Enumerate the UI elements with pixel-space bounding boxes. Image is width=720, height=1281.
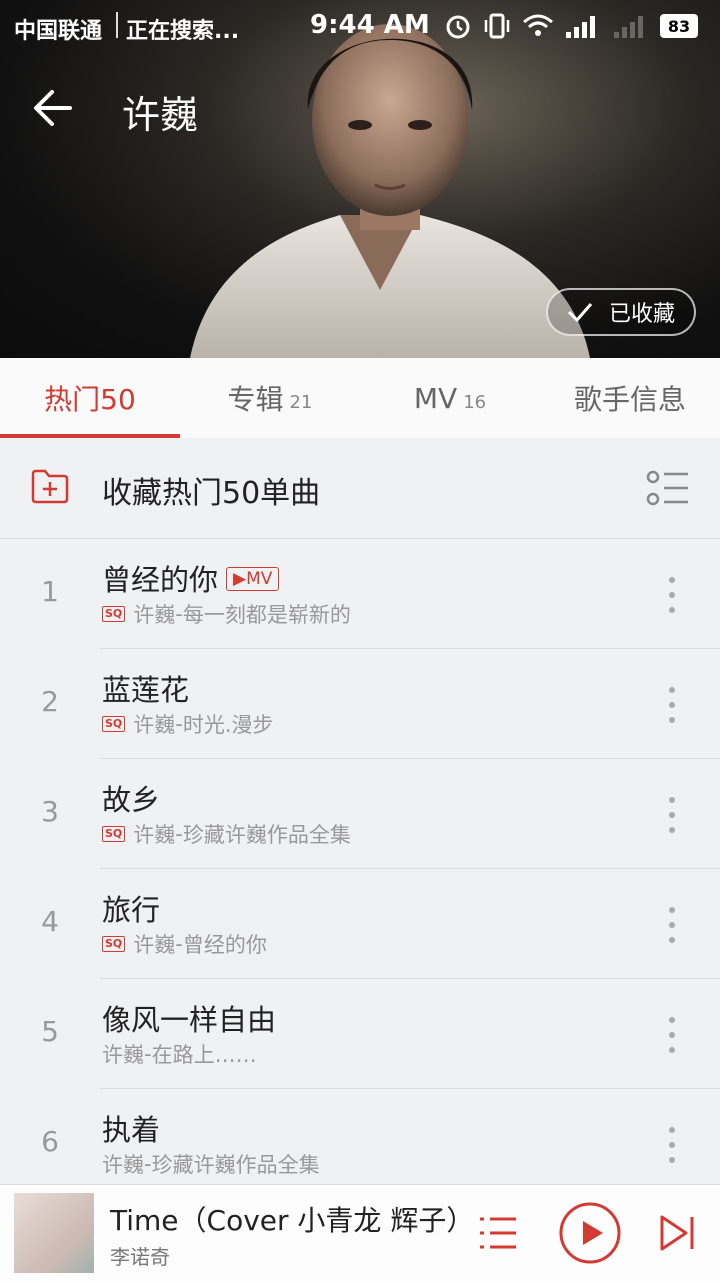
song-artist: 许巍 <box>102 1153 144 1177</box>
more-options-button[interactable] <box>662 687 682 723</box>
sq-badge: SQ <box>102 826 126 842</box>
song-artist: 许巍 <box>133 603 176 627</box>
back-button[interactable] <box>30 84 82 132</box>
arrow-left-icon <box>34 90 72 126</box>
song-row[interactable]: 4 旅行 SQ 许巍 - 曾经的你 <box>0 869 720 979</box>
tab-count: 21 <box>289 391 313 413</box>
collect-all-label: 收藏热门50单曲 <box>102 476 321 511</box>
separator: - <box>175 822 183 846</box>
tab-bar: 热门50 专辑 21 MV 16 歌手信息 <box>0 358 720 438</box>
song-title: 执着 <box>102 1113 161 1147</box>
now-playing-title: Time（Cover 小青龙 辉子） <box>110 1204 475 1237</box>
play-icon[interactable] <box>558 1201 622 1265</box>
song-title: 像风一样自由 <box>102 1003 277 1037</box>
wifi-icon <box>523 14 553 36</box>
song-album: 时光.漫步 <box>182 713 274 737</box>
battery-level: 83 <box>667 16 691 36</box>
status-divider <box>116 12 118 38</box>
song-artist: 许巍 <box>133 713 176 737</box>
tab-albums[interactable]: 专辑 21 <box>180 358 360 438</box>
song-row[interactable]: 1 曾经的你 ▶MV SQ 许巍 - 每一刻都是崭新的 <box>0 539 720 649</box>
alarm-icon <box>446 15 470 39</box>
mini-player[interactable]: Time（Cover 小青龙 辉子） 李诺奇 <box>0 1184 720 1281</box>
song-title: 曾经的你 ▶MV <box>102 557 280 599</box>
song-row[interactable]: 5 像风一样自由 许巍 - 在路上…… <box>0 979 720 1089</box>
more-options-button[interactable] <box>662 797 682 833</box>
more-options-button[interactable] <box>662 577 682 613</box>
app-status-label: 正在搜索... <box>126 19 240 44</box>
collected-label: 已收藏 <box>608 302 675 327</box>
song-number: 2 <box>41 685 59 718</box>
tab-label: 歌手信息 <box>573 383 686 416</box>
separator: - <box>175 602 183 626</box>
song-subtitle: 许巍 - 在路上…… <box>102 1039 257 1069</box>
check-icon <box>567 303 593 323</box>
multi-select-icon[interactable] <box>646 470 690 506</box>
clock: 9:44 AM <box>310 10 430 40</box>
song-title: 故乡 <box>102 783 161 817</box>
next-track-icon[interactable] <box>658 1213 698 1253</box>
song-album: 每一刻都是崭新的 <box>182 603 351 627</box>
now-playing-artist: 李诺奇 <box>110 1245 170 1269</box>
tab-label: MV <box>413 381 458 415</box>
song-subtitle: SQ 许巍 - 时光.漫步 <box>102 709 274 739</box>
song-album: 在路上…… <box>151 1043 257 1067</box>
sq-badge: SQ <box>102 936 126 952</box>
separator: - <box>175 712 183 736</box>
status-bar: 中国联通 正在搜索... 9:44 AM 83 <box>0 0 720 54</box>
tab-mv[interactable]: MV 16 <box>360 358 540 438</box>
song-artist: 许巍 <box>102 1043 144 1067</box>
sq-badge: SQ <box>102 606 126 622</box>
artist-header: 中国联通 正在搜索... 9:44 AM 83 许巍 已收藏 <box>0 0 720 358</box>
page-title: 许巍 <box>122 93 199 137</box>
song-number: 3 <box>41 795 59 828</box>
song-number: 1 <box>41 575 59 608</box>
carrier-label: 中国联通 <box>14 19 103 44</box>
tab-label: 热门50 <box>44 383 136 416</box>
song-subtitle: 许巍 - 珍藏许巍作品全集 <box>102 1149 320 1179</box>
song-album: 珍藏许巍作品全集 <box>151 1153 320 1177</box>
song-artist: 许巍 <box>133 823 176 847</box>
collect-all-row[interactable]: 收藏热门50单曲 <box>0 438 720 539</box>
collected-button[interactable]: 已收藏 <box>546 288 696 336</box>
song-number: 4 <box>41 905 59 938</box>
tab-label: 专辑 <box>227 383 284 416</box>
more-options-button[interactable] <box>662 1127 682 1163</box>
tab-hot50[interactable]: 热门50 <box>0 358 180 438</box>
tab-count: 16 <box>463 391 487 413</box>
status-icons: 83 <box>444 10 698 42</box>
song-subtitle: SQ 许巍 - 珍藏许巍作品全集 <box>102 819 351 849</box>
tab-artist-info[interactable]: 歌手信息 <box>540 358 720 438</box>
song-title-text: 曾经的你 <box>102 563 219 597</box>
song-subtitle: SQ 许巍 - 曾经的你 <box>102 929 267 959</box>
song-title: 蓝莲花 <box>102 673 190 707</box>
vibrate-icon <box>484 13 510 39</box>
song-row[interactable]: 2 蓝莲花 SQ 许巍 - 时光.漫步 <box>0 649 720 759</box>
folder-add-icon <box>31 469 69 504</box>
song-album: 曾经的你 <box>182 933 267 957</box>
song-row[interactable]: 6 执着 许巍 - 珍藏许巍作品全集 <box>0 1089 720 1199</box>
song-title: 旅行 <box>102 893 161 927</box>
song-number: 6 <box>41 1125 59 1158</box>
song-subtitle: SQ 许巍 - 每一刻都是崭新的 <box>102 599 351 629</box>
more-options-button[interactable] <box>662 907 682 943</box>
song-album: 珍藏许巍作品全集 <box>182 823 351 847</box>
song-row[interactable]: 3 故乡 SQ 许巍 - 珍藏许巍作品全集 <box>0 759 720 869</box>
song-artist: 许巍 <box>133 933 176 957</box>
mv-badge[interactable]: ▶MV <box>226 567 280 591</box>
signal-icon <box>566 16 595 38</box>
battery-icon: 83 <box>660 14 698 38</box>
song-number: 5 <box>41 1015 59 1048</box>
signal-icon-2 <box>614 16 643 38</box>
sq-badge: SQ <box>102 716 126 732</box>
separator: - <box>175 932 183 956</box>
separator: - <box>144 1152 152 1176</box>
separator: - <box>144 1042 152 1066</box>
album-art[interactable] <box>14 1193 94 1273</box>
playlist-icon[interactable] <box>478 1215 518 1251</box>
more-options-button[interactable] <box>662 1017 682 1053</box>
